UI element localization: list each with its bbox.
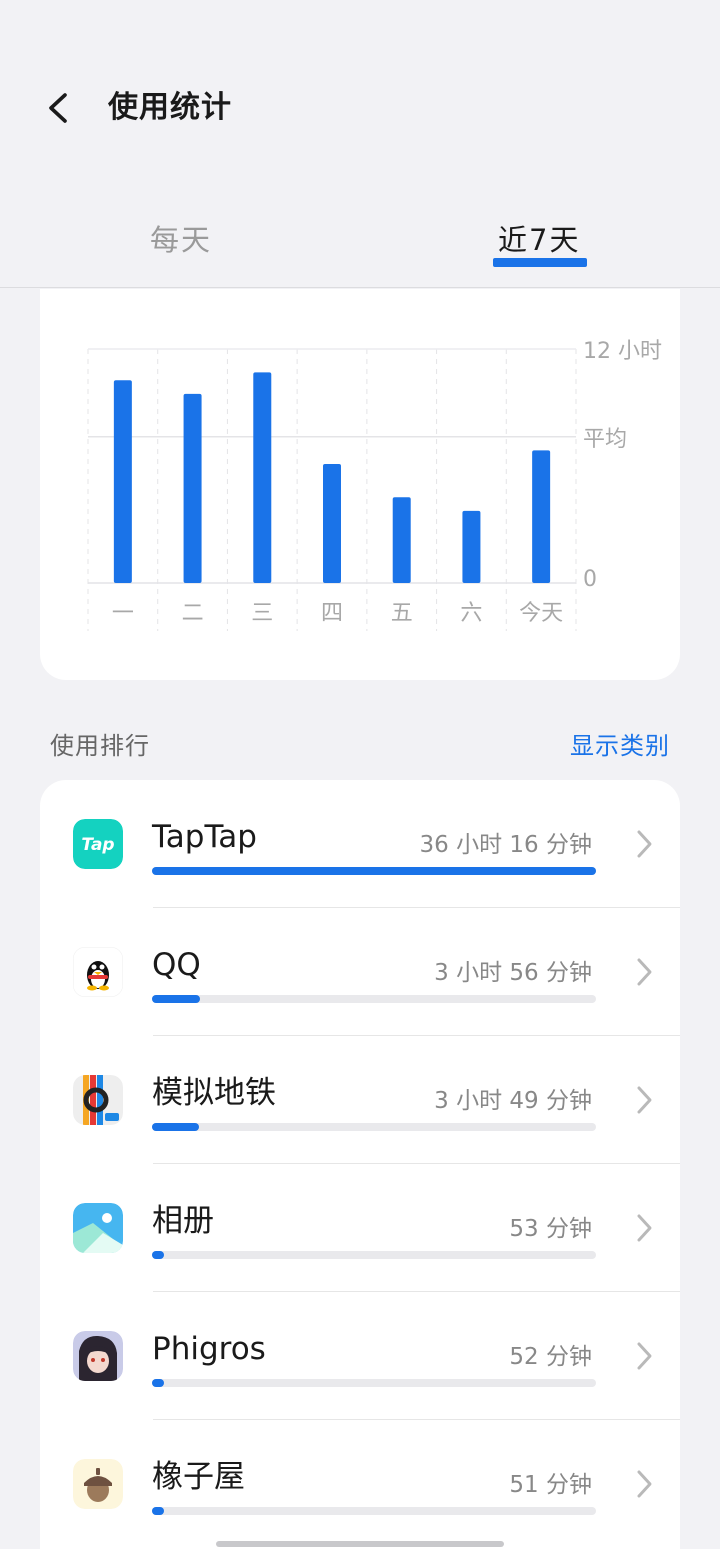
app-ranking-list: Tap TapTap 36 小时 16 分钟 QQ 3 小时 56 分钟 模拟地铁 3 小时… xyxy=(40,780,680,1549)
usage-progress-fill xyxy=(152,867,596,875)
usage-progress-track xyxy=(152,1251,596,1259)
tab-last-7-days[interactable]: 近7天 xyxy=(498,218,580,262)
usage-time: 36 小时 16 分钟 xyxy=(419,832,592,858)
x-tick-label: 今天 xyxy=(519,601,563,626)
gallery-icon xyxy=(73,1203,123,1253)
x-tick-label: 三 xyxy=(251,601,273,626)
usage-progress-track xyxy=(152,1507,596,1515)
back-button[interactable] xyxy=(40,88,80,128)
metro-icon xyxy=(73,1075,123,1125)
app-row[interactable]: QQ 3 小时 56 分钟 xyxy=(40,908,680,1036)
bar-0[interactable] xyxy=(113,380,132,583)
bar-5[interactable] xyxy=(462,510,481,583)
usage-time: 51 分钟 xyxy=(509,1472,592,1498)
app-name: 相册 xyxy=(152,1203,214,1239)
chevron-right-icon xyxy=(634,1083,654,1117)
app-name: 模拟地铁 xyxy=(152,1075,276,1111)
bar-1[interactable] xyxy=(183,393,202,583)
usage-time: 53 分钟 xyxy=(509,1216,592,1242)
show-categories-link[interactable]: 显示类别 xyxy=(570,728,670,764)
weekly-usage-bar-chart: 一 二 三 四 五 六 今天 12 小时平均 0 xyxy=(87,339,662,631)
usage-progress-track xyxy=(152,1123,596,1131)
usage-progress-track xyxy=(152,867,596,875)
app-row[interactable]: Tap TapTap 36 小时 16 分钟 xyxy=(40,780,680,908)
usage-progress-fill xyxy=(152,995,201,1003)
y-tick-label: 0 xyxy=(583,567,597,592)
bar-4[interactable] xyxy=(392,497,411,583)
header: 使用统计 每天 近7天 xyxy=(0,0,720,288)
chevron-right-icon xyxy=(634,1339,654,1373)
page-title: 使用统计 xyxy=(108,90,232,125)
usage-progress-track xyxy=(152,995,596,1003)
app-row[interactable]: 模拟地铁 3 小时 49 分钟 xyxy=(40,1036,680,1164)
app-name: TapTap xyxy=(152,819,257,855)
chevron-right-icon xyxy=(634,955,654,989)
usage-progress-fill xyxy=(152,1379,165,1387)
app-row[interactable]: 相册 53 分钟 xyxy=(40,1164,680,1292)
x-tick-label: 四 xyxy=(321,601,343,626)
home-indicator[interactable] xyxy=(216,1541,504,1547)
bar-2[interactable] xyxy=(253,372,272,583)
app-name: Phigros xyxy=(152,1331,266,1367)
usage-progress-fill xyxy=(152,1507,165,1515)
usage-progress-fill xyxy=(152,1123,199,1131)
y-tick-label: 12 小时 xyxy=(583,339,662,364)
bar-3[interactable] xyxy=(323,464,341,583)
usage-time: 52 分钟 xyxy=(509,1344,592,1370)
x-tick-label: 五 xyxy=(391,601,413,626)
app-name: 橡子屋 xyxy=(152,1459,245,1495)
active-tab-indicator xyxy=(493,258,587,267)
app-name: QQ xyxy=(152,947,201,983)
usage-time: 3 小时 56 分钟 xyxy=(434,960,592,986)
chevron-right-icon xyxy=(634,1211,654,1245)
usage-progress-track xyxy=(152,1379,596,1387)
app-row[interactable]: Phigros 52 分钟 xyxy=(40,1292,680,1420)
ranking-title: 使用排行 xyxy=(50,732,150,760)
tab-daily[interactable]: 每天 xyxy=(150,218,212,262)
usage-progress-fill xyxy=(152,1251,165,1259)
chevron-right-icon xyxy=(634,1467,654,1501)
svg-text:Tap: Tap xyxy=(81,835,114,855)
x-tick-label: 二 xyxy=(182,601,204,626)
taptap-icon: Tap xyxy=(73,819,123,869)
app-row[interactable]: 橡子屋 51 分钟 xyxy=(40,1420,680,1548)
chevron-right-icon xyxy=(634,827,654,861)
x-tick-label: 六 xyxy=(460,601,482,626)
qq-penguin-icon xyxy=(73,947,123,997)
x-tick-label: 一 xyxy=(112,601,134,626)
y-tick-label: 平均 xyxy=(583,427,627,452)
usage-time: 3 小时 49 分钟 xyxy=(434,1088,592,1114)
chevron-left-icon xyxy=(49,93,67,123)
bar-6[interactable] xyxy=(532,450,551,583)
usage-chart-card: 一 二 三 四 五 六 今天 12 小时平均 0 xyxy=(40,289,680,680)
acorn-icon xyxy=(73,1459,123,1509)
phigros-icon xyxy=(73,1331,123,1381)
